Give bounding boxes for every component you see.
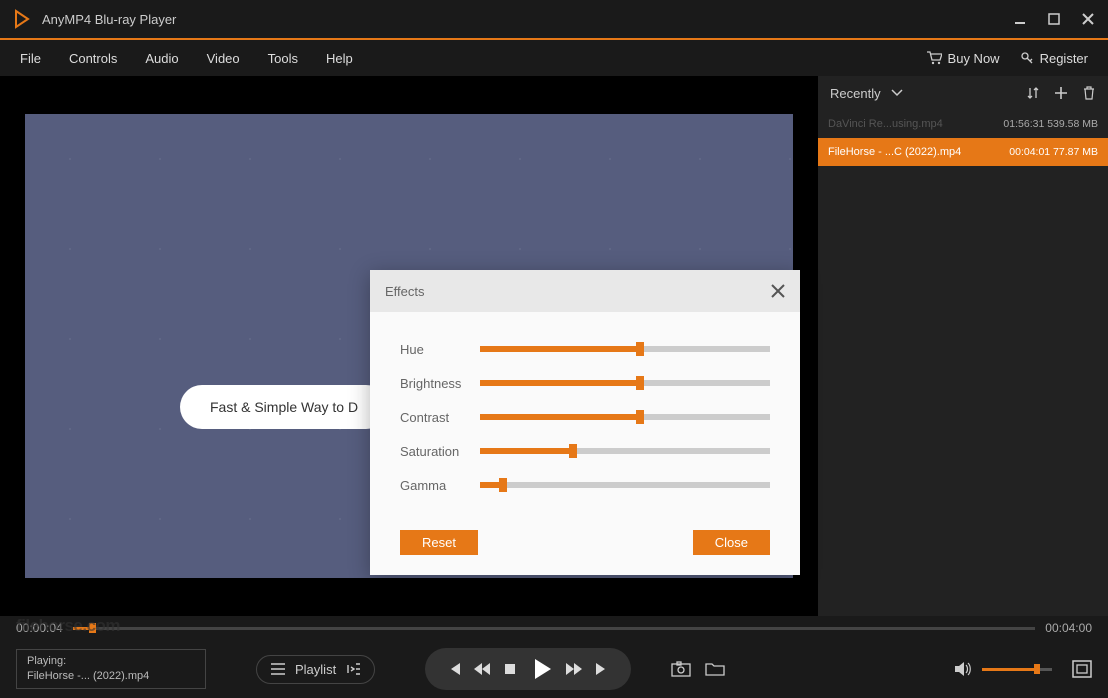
effects-close-icon[interactable] xyxy=(771,284,785,298)
expand-icon xyxy=(346,663,360,675)
now-playing-file: FileHorse -... (2022).mp4 xyxy=(27,669,195,684)
effect-label: Saturation xyxy=(400,444,480,459)
stop-button[interactable] xyxy=(499,658,521,680)
effect-slider-hue[interactable] xyxy=(480,346,770,352)
chevron-down-icon[interactable] xyxy=(891,89,903,97)
playlist-item-name: DaVinci Re...using.mp4 xyxy=(828,118,997,130)
effect-slider-brightness[interactable] xyxy=(480,380,770,386)
effect-slider-gamma[interactable] xyxy=(480,482,770,488)
folder-icon[interactable] xyxy=(705,661,725,677)
effect-slider-saturation[interactable] xyxy=(480,448,770,454)
playlist-label: Playlist xyxy=(295,662,336,677)
menu-tools[interactable]: Tools xyxy=(268,51,298,66)
effects-dialog: Effects Hue Brightness Contrast Saturati… xyxy=(370,270,800,575)
effects-title: Effects xyxy=(385,284,425,299)
control-bar: Playing: FileHorse -... (2022).mp4 Playl… xyxy=(0,640,1108,698)
effect-label: Hue xyxy=(400,342,480,357)
effect-label: Contrast xyxy=(400,410,480,425)
fullscreen-button[interactable] xyxy=(1072,660,1092,678)
previous-button[interactable] xyxy=(443,658,465,680)
menu-help[interactable]: Help xyxy=(326,51,353,66)
camera-icon[interactable] xyxy=(671,661,691,677)
menu-file[interactable]: File xyxy=(20,51,41,66)
buy-now-button[interactable]: Buy Now xyxy=(926,51,1000,66)
list-icon xyxy=(271,663,285,675)
fast-forward-button[interactable] xyxy=(563,658,585,680)
register-button[interactable]: Register xyxy=(1020,51,1088,66)
playlist-item-name: FileHorse - ...C (2022).mp4 xyxy=(828,146,1003,158)
playlist-panel: Recently DaVinci Re...using.mp4 01:56:31… xyxy=(818,76,1108,616)
playlist-item-meta: 00:04:01 77.87 MB xyxy=(1009,146,1098,158)
effects-header: Effects xyxy=(370,270,800,312)
volume-control xyxy=(954,661,1052,677)
menu-bar: File Controls Audio Video Tools Help Buy… xyxy=(0,40,1108,76)
playlist-toggle-button[interactable]: Playlist xyxy=(256,655,375,684)
video-area[interactable]: Fast & Simple Way to D Effects Hue Brigh… xyxy=(0,76,818,616)
effect-row-hue: Hue xyxy=(400,332,770,366)
playback-controls xyxy=(425,648,631,690)
effect-slider-contrast[interactable] xyxy=(480,414,770,420)
time-current: 00:00:04 xyxy=(16,621,63,635)
progress-track[interactable] xyxy=(73,627,1036,630)
playlist-item[interactable]: DaVinci Re...using.mp4 01:56:31 539.58 M… xyxy=(818,110,1108,138)
menu-controls[interactable]: Controls xyxy=(69,51,117,66)
menu-video[interactable]: Video xyxy=(207,51,240,66)
effect-label: Brightness xyxy=(400,376,480,391)
time-total: 00:04:00 xyxy=(1045,621,1092,635)
effect-row-contrast: Contrast xyxy=(400,400,770,434)
buy-now-label: Buy Now xyxy=(948,51,1000,66)
add-icon[interactable] xyxy=(1054,86,1068,100)
progress-bar: 00:00:04 00:04:00 xyxy=(0,616,1108,640)
next-button[interactable] xyxy=(591,658,613,680)
playlist-item-meta: 01:56:31 539.58 MB xyxy=(1003,118,1098,130)
maximize-button[interactable] xyxy=(1046,11,1062,27)
rewind-button[interactable] xyxy=(471,658,493,680)
minimize-button[interactable] xyxy=(1012,11,1028,27)
close-button[interactable] xyxy=(1080,11,1096,27)
close-button-effects[interactable]: Close xyxy=(693,530,770,555)
key-icon xyxy=(1020,51,1034,65)
sort-icon[interactable] xyxy=(1026,86,1040,100)
effect-row-gamma: Gamma xyxy=(400,468,770,502)
promo-text: Fast & Simple Way to D xyxy=(180,385,388,429)
trash-icon[interactable] xyxy=(1082,86,1096,100)
title-bar: AnyMP4 Blu-ray Player xyxy=(0,0,1108,40)
playlist-dropdown[interactable]: Recently xyxy=(830,86,881,101)
now-playing-label: Playing: xyxy=(27,654,195,669)
speaker-icon[interactable] xyxy=(954,661,972,677)
menu-audio[interactable]: Audio xyxy=(145,51,178,66)
register-label: Register xyxy=(1040,51,1088,66)
now-playing: Playing: FileHorse -... (2022).mp4 xyxy=(16,649,206,690)
playlist-item[interactable]: FileHorse - ...C (2022).mp4 00:04:01 77.… xyxy=(818,138,1108,166)
app-logo-icon xyxy=(12,9,32,29)
effect-label: Gamma xyxy=(400,478,480,493)
effect-row-saturation: Saturation xyxy=(400,434,770,468)
volume-slider[interactable] xyxy=(982,668,1052,671)
app-title: AnyMP4 Blu-ray Player xyxy=(42,12,1012,27)
effect-row-brightness: Brightness xyxy=(400,366,770,400)
play-button[interactable] xyxy=(527,654,557,684)
reset-button[interactable]: Reset xyxy=(400,530,478,555)
cart-icon xyxy=(926,51,942,65)
